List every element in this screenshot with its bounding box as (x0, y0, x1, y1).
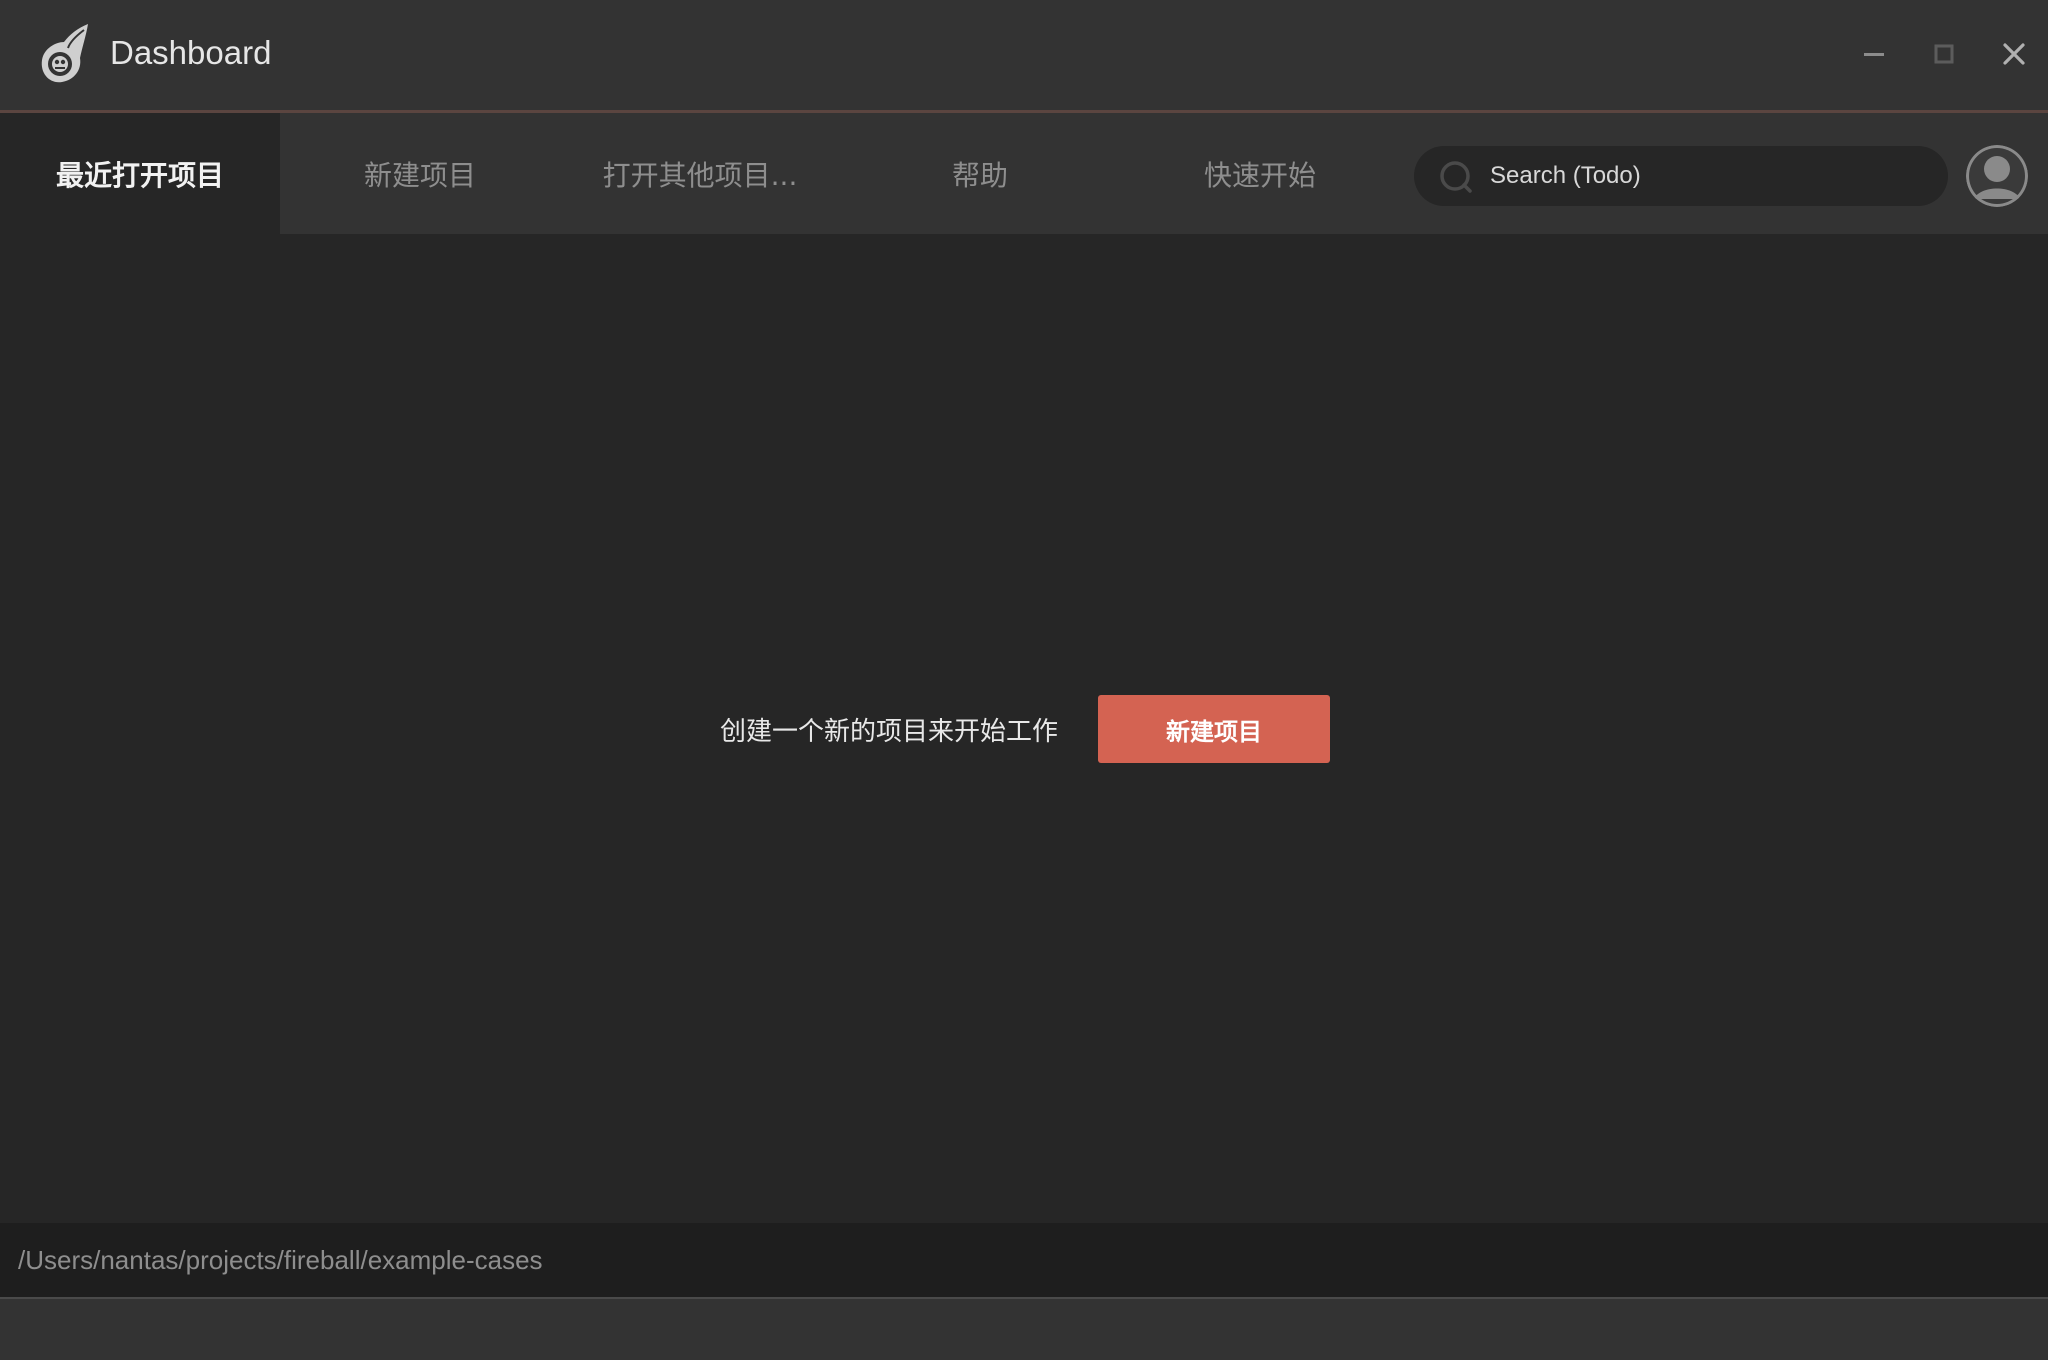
tab-new-project[interactable]: 新建项目 (280, 113, 560, 234)
search-input[interactable] (1488, 161, 1932, 191)
tab-open-other-project[interactable]: 打开其他项目... (560, 113, 840, 234)
project-path: /Users/nantas/projects/fireball/example-… (18, 1223, 543, 1297)
empty-state-message: 创建一个新的项目来开始工作 (720, 695, 1058, 763)
close-button[interactable] (1996, 36, 2032, 72)
status-bar: /Users/nantas/projects/fireball/example-… (0, 1223, 2048, 1299)
empty-state: 创建一个新的项目来开始工作 新建项目 (0, 695, 2048, 763)
user-avatar-icon (1966, 145, 2028, 207)
user-avatar[interactable] (1966, 145, 2028, 207)
window-title: Dashboard (110, 34, 271, 72)
main-navigation: 最近打开项目 新建项目 打开其他项目... 帮助 快速开始 (0, 113, 2048, 234)
minimize-button[interactable] (1856, 36, 1892, 72)
close-icon (2001, 41, 2027, 67)
tab-quick-start[interactable]: 快速开始 (1120, 113, 1400, 234)
search-icon (1438, 158, 1474, 194)
tab-help[interactable]: 帮助 (840, 113, 1120, 234)
maximize-button[interactable] (1926, 36, 1962, 72)
tab-recent-projects[interactable]: 最近打开项目 (0, 113, 280, 234)
search-box[interactable] (1414, 146, 1948, 206)
title-bar: Dashboard (0, 0, 2048, 113)
maximize-icon (1932, 42, 1956, 66)
bottom-bar (0, 1299, 2048, 1360)
minimize-icon (1862, 42, 1886, 66)
new-project-button[interactable]: 新建项目 (1098, 695, 1330, 763)
fireball-logo-icon (34, 22, 94, 88)
